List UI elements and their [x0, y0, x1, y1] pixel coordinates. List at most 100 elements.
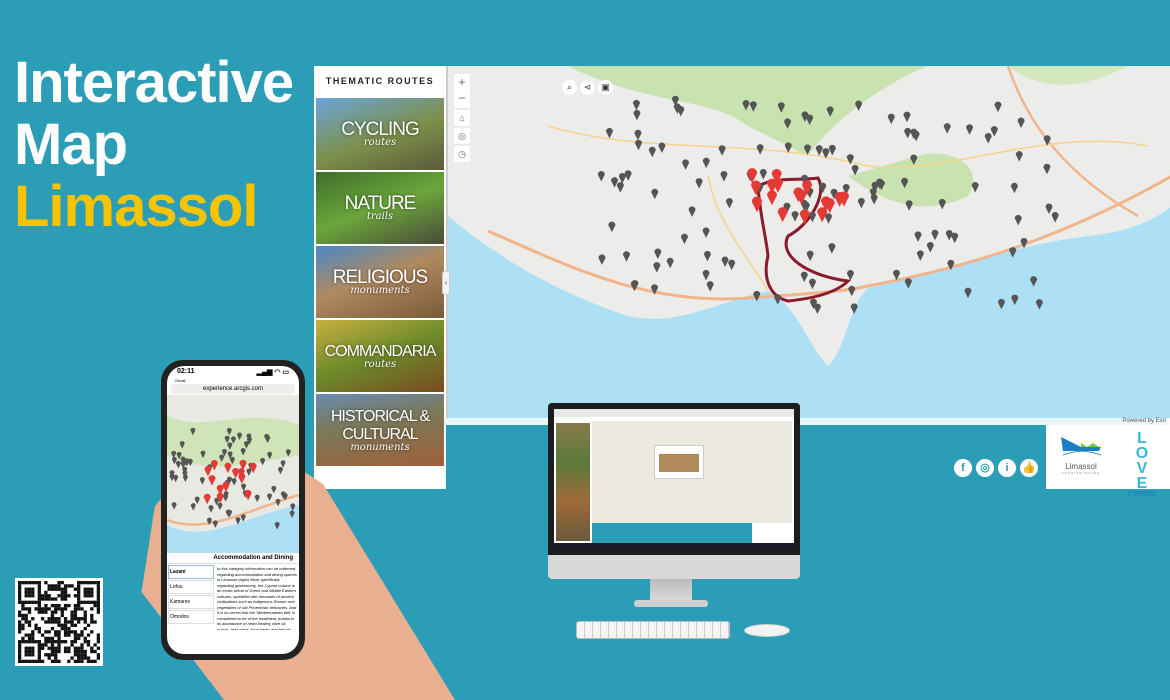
map-pin-gray[interactable]	[857, 197, 865, 209]
phone-map-pin-gray[interactable]	[277, 466, 283, 475]
map-pin-gray[interactable]	[1015, 151, 1023, 162]
tile-religious[interactable]: RELIGIOUS monuments	[316, 246, 444, 318]
map-pin-gray[interactable]	[654, 248, 662, 259]
map-pin-gray[interactable]	[848, 285, 856, 297]
share-button[interactable]: ⋖	[580, 80, 595, 95]
map-pin-gray[interactable]	[632, 99, 640, 111]
phone-map-pin-gray[interactable]	[173, 474, 179, 483]
phone-map-pin-gray[interactable]	[190, 503, 196, 511]
phone-map-pin-red[interactable]	[238, 473, 246, 484]
phone-map-pin-gray[interactable]	[199, 477, 205, 485]
map-pin-gray[interactable]	[800, 271, 808, 283]
phone-map-pin-gray[interactable]	[212, 520, 218, 528]
map-pin-red[interactable]	[777, 207, 788, 223]
phone-map-pin-gray[interactable]	[246, 468, 252, 476]
map-pin-red[interactable]	[773, 177, 784, 193]
map-pin-gray[interactable]	[791, 211, 799, 222]
phone-map-pin-gray[interactable]	[223, 494, 229, 502]
map-pin-gray[interactable]	[914, 231, 922, 242]
zoom-out-button[interactable]: −	[454, 90, 470, 106]
map-pin-gray[interactable]	[721, 256, 729, 267]
map-pin-gray[interactable]	[634, 129, 642, 141]
map-pin-gray[interactable]	[945, 229, 953, 241]
map-pin-gray[interactable]	[618, 172, 626, 184]
phone-map-pin-gray[interactable]	[267, 493, 273, 501]
clock-button[interactable]: ◷	[454, 146, 470, 162]
map-pin-gray[interactable]	[633, 109, 641, 121]
tile-nature[interactable]: NATURE trails	[316, 172, 444, 244]
phone-map-pin-red[interactable]	[232, 467, 240, 479]
phone-map-pin-gray[interactable]	[194, 496, 200, 505]
map-pin-gray[interactable]	[1045, 203, 1053, 215]
map-pin-gray[interactable]	[666, 257, 674, 269]
map-pin-gray[interactable]	[1017, 117, 1025, 129]
map-pin-gray[interactable]	[905, 200, 913, 211]
map-pin-gray[interactable]	[1014, 214, 1022, 226]
map-pin-gray[interactable]	[916, 250, 924, 261]
map-pin-gray[interactable]	[653, 262, 661, 273]
map-pin-gray[interactable]	[870, 194, 878, 205]
map-pin-gray[interactable]	[695, 178, 703, 189]
map-pin-red[interactable]	[817, 207, 828, 223]
map-pin-gray[interactable]	[611, 177, 619, 188]
map-pin-gray[interactable]	[624, 170, 632, 181]
map-pin-red[interactable]	[799, 209, 810, 225]
place-item[interactable]: Kamares	[168, 595, 214, 609]
map-view[interactable]: + − ⌂ ◎ ◷ ⌕ ⋖ ▣	[446, 66, 1170, 418]
limassol-logo[interactable]: Limassol TOURISM BOARD	[1056, 433, 1106, 475]
map-pin-gray[interactable]	[648, 146, 656, 158]
map-pin-gray[interactable]	[720, 170, 728, 182]
map-pin-gray[interactable]	[808, 211, 816, 223]
map-pin-gray[interactable]	[702, 157, 710, 169]
map-pin-gray[interactable]	[702, 269, 710, 281]
phone-map-pin-gray[interactable]	[240, 514, 246, 522]
map-pin-gray[interactable]	[824, 213, 832, 224]
phone-map-pin-gray[interactable]	[175, 460, 181, 469]
map-pin-gray[interactable]	[1043, 163, 1051, 175]
map-pin-gray[interactable]	[846, 269, 854, 281]
search-button[interactable]: ⌕	[562, 80, 577, 95]
phone-map-pin-gray[interactable]	[275, 498, 281, 507]
place-item[interactable]: Lofou	[168, 580, 214, 594]
map-pin-gray[interactable]	[682, 159, 690, 170]
tile-historical-cultural[interactable]: HISTORICAL & CULTURAL monuments	[316, 394, 444, 466]
phone-map-pin-gray[interactable]	[260, 457, 266, 466]
map-pin-gray[interactable]	[806, 250, 814, 262]
map-pin-gray[interactable]	[651, 188, 659, 200]
phone-map-pin-gray[interactable]	[241, 483, 247, 492]
map-pin-gray[interactable]	[912, 130, 920, 142]
phone-map-pin-gray[interactable]	[208, 505, 214, 513]
phone-map-pin-gray[interactable]	[171, 502, 177, 510]
map-pin-gray[interactable]	[938, 198, 946, 210]
map-pin-gray[interactable]	[658, 142, 666, 154]
phone-map-pin-gray[interactable]	[280, 460, 286, 468]
love-cyprus-logo[interactable]: LOVE CYPRUS	[1124, 431, 1160, 499]
phone-url-bar[interactable]: experience.arcgis.com	[171, 384, 295, 394]
map-pin-gray[interactable]	[616, 182, 624, 193]
qr-code[interactable]	[15, 578, 103, 666]
map-pin-gray[interactable]	[943, 123, 951, 134]
tile-cycling[interactable]: CYCLING routes	[316, 98, 444, 170]
phone-map-pin-gray[interactable]	[187, 458, 193, 467]
map-pin-gray[interactable]	[728, 259, 736, 271]
map-pin-gray[interactable]	[971, 182, 979, 193]
tile-commandaria[interactable]: COMMANDARIA routes	[316, 320, 444, 392]
map-pin-gray[interactable]	[1051, 212, 1059, 223]
map-pin-gray[interactable]	[634, 139, 642, 151]
phone-map-pin-red[interactable]	[203, 493, 211, 505]
map-pin-gray[interactable]	[808, 278, 816, 290]
map-pin-gray[interactable]	[605, 127, 613, 139]
map-pin-gray[interactable]	[931, 229, 939, 241]
map-pin-gray[interactable]	[680, 233, 688, 245]
like-icon[interactable]: 👍	[1020, 459, 1038, 477]
map-pin-gray[interactable]	[903, 111, 911, 123]
map-pin-gray[interactable]	[622, 251, 630, 262]
map-pin-gray[interactable]	[815, 145, 823, 156]
locate-button[interactable]: ◎	[454, 128, 470, 144]
phone-map-pin-red[interactable]	[222, 481, 230, 493]
phone-map-pin-gray[interactable]	[271, 485, 277, 494]
map-pin-gray[interactable]	[990, 126, 998, 137]
place-item[interactable]: Omodos	[168, 610, 214, 624]
map-pin-gray[interactable]	[688, 206, 696, 217]
phone-map-pin-gray[interactable]	[231, 478, 237, 486]
